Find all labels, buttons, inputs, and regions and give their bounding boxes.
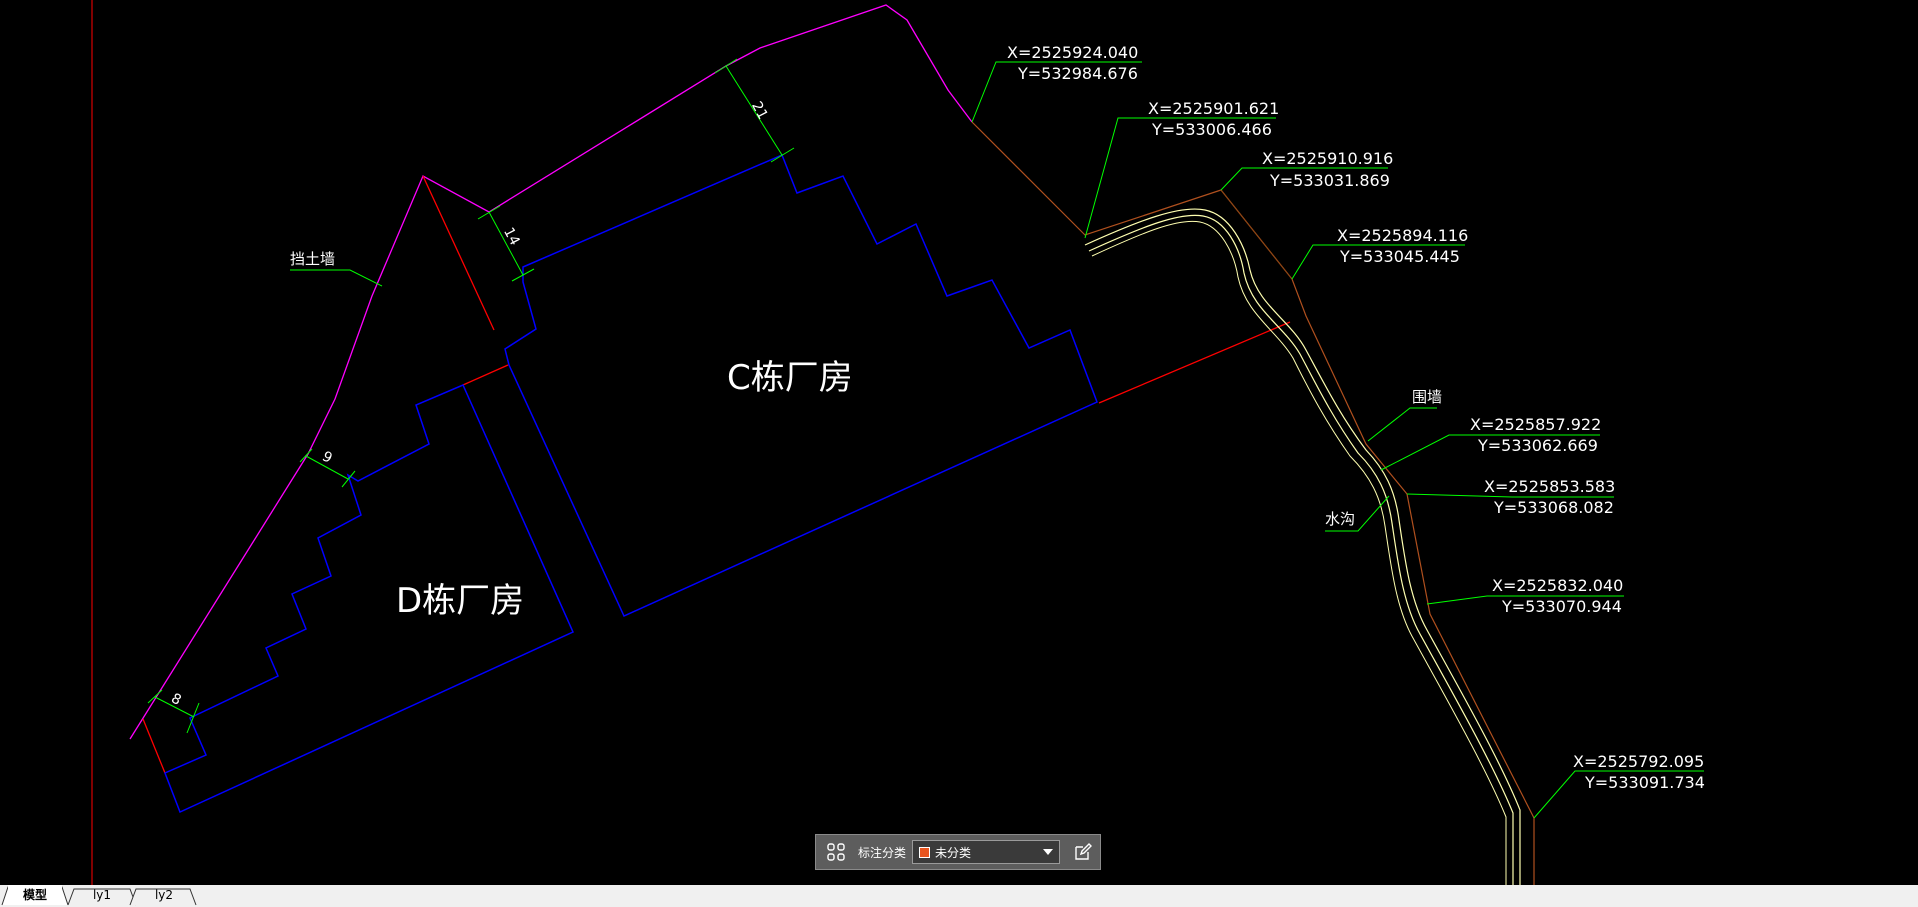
boundary-wall-label: 围墙 (1412, 388, 1442, 406)
ditch-line-a (1084, 208, 1521, 885)
layout-tabbar: 模型 ly1 ly2 (0, 885, 1918, 907)
boundary-wall-leader (1367, 407, 1437, 442)
coord-2-y: Y=533006.466 (1151, 120, 1272, 139)
red-line-triangle (422, 175, 495, 331)
drawing-canvas[interactable]: 21 14 9 8 C栋厂房 D栋厂房 挡土墙 围墙 水沟 X=2525924.… (0, 0, 1918, 885)
retaining-wall-label: 挡土墙 (290, 250, 335, 268)
chevron-down-icon (1043, 849, 1054, 855)
ditch-line-b (1088, 214, 1514, 885)
coord-8-x: X=2525792.095 (1573, 752, 1704, 771)
ditch-line-c (1091, 220, 1507, 885)
red-line-left (142, 718, 166, 774)
tab-ly2[interactable]: ly2 (136, 885, 192, 905)
edit-icon[interactable] (1069, 838, 1097, 866)
coord-1-x: X=2525924.040 (1007, 43, 1138, 62)
coord-8-y: Y=533091.734 (1584, 773, 1705, 792)
dimension-text-8: 8 (168, 690, 183, 708)
boundary-wall-line-2 (1220, 189, 1293, 280)
annotation-category-label: 标注分类 (858, 845, 907, 860)
building-c-label: C栋厂房 (727, 358, 853, 398)
coord-1-y: Y=532984.676 (1017, 64, 1138, 83)
coord-2-x: X=2525901.621 (1148, 99, 1279, 118)
building-d-label: D栋厂房 (396, 581, 524, 621)
ditch-label: 水沟 (1325, 510, 1355, 528)
coord-7-x: X=2525832.040 (1492, 576, 1623, 595)
dimension-text-21: 21 (748, 99, 770, 122)
coord-5-x: X=2525857.922 (1470, 415, 1601, 434)
tab-ly1[interactable]: ly1 (74, 885, 130, 905)
coord-6-y: Y=533068.082 (1493, 498, 1614, 517)
dimension-text-14: 14 (500, 225, 523, 248)
annotation-toolbar: 标注分类 未分类 (815, 834, 1101, 870)
red-line-c-right (1098, 321, 1291, 404)
annotation-category-value: 未分类 (935, 845, 972, 860)
coord-6-x: X=2525853.583 (1484, 477, 1615, 496)
tab-model[interactable]: 模型 (8, 885, 62, 905)
category-color-swatch (919, 846, 931, 858)
coord-7-y: Y=533070.944 (1501, 597, 1622, 616)
coord-4-y: Y=533045.445 (1339, 247, 1460, 266)
building-d-left-line (190, 475, 348, 718)
grid-icon[interactable] (820, 838, 852, 866)
coord-5-y: Y=533062.669 (1477, 436, 1598, 455)
retaining-wall-leader (290, 269, 383, 287)
coord-3-x: X=2525910.916 (1262, 149, 1393, 168)
coord-3-y: Y=533031.869 (1269, 171, 1390, 190)
red-line-d-top (462, 364, 509, 386)
annotation-category-select[interactable]: 未分类 (912, 840, 1061, 864)
coord-4-x: X=2525894.116 (1337, 226, 1468, 245)
